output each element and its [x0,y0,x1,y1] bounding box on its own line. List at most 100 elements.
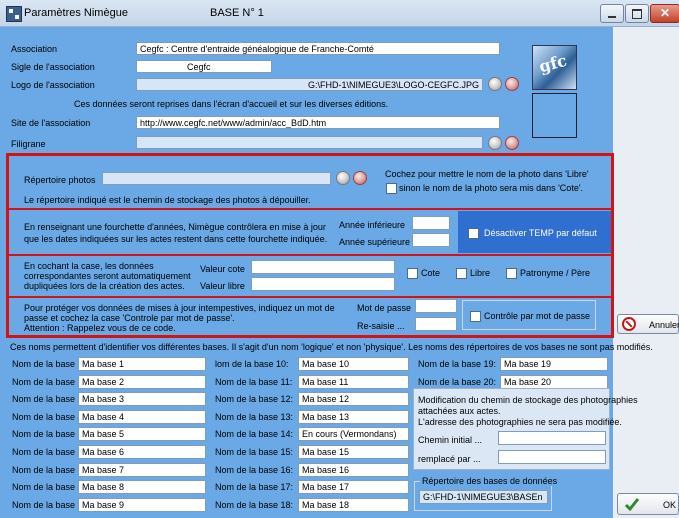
year-min-label: Année inférieure [339,220,406,230]
base-name-label: Nom de la base 6: [12,447,86,457]
base-name-field[interactable]: Ma base 19 [500,357,608,371]
minimize-icon [608,16,616,18]
base-name-field[interactable]: Ma base 6 [78,445,206,459]
db-dir-label: Répertoire des bases de données [420,476,560,486]
password-label: Mot de passe [357,303,412,313]
replaced-path-field[interactable] [498,450,606,464]
year-min-field[interactable] [412,216,450,230]
year-max-label: Année supérieure [339,237,411,247]
base-name-field[interactable]: Ma base 8 [78,480,206,495]
base-name-field[interactable]: Ma base 1 [78,357,206,371]
base-name-field[interactable]: Ma base 2 [78,374,206,389]
base-name-label: Nom de la base 5: [12,429,86,440]
initial-path-field[interactable] [498,431,606,445]
cote-value-field[interactable] [251,260,395,274]
photo-cb-text-2: sinon le nom de la photo sera mis dans '… [399,183,584,193]
photo-path-desc-1: Modification du chemin de stockage des p… [418,395,638,405]
site-field[interactable]: http://www.cegfc.net/www/admin/acc_BdD.h… [136,116,500,129]
cote-checkbox-label: Cote [421,268,441,278]
base-name-field[interactable]: Ma base 10 [298,357,409,371]
close-button[interactable]: ✕ [650,4,679,23]
password-confirm-field[interactable] [415,317,457,331]
base-name-label: Nom de la base 15: [215,447,294,457]
years-desc-2: que les dates indiquées sur les actes re… [24,234,328,244]
base-number-label: BASE N° 1 [210,7,264,19]
check-icon [624,498,640,511]
password-field[interactable] [415,299,457,313]
filigrane-label: Filigrane [11,139,46,149]
browse-filigrane-button[interactable] [488,136,502,150]
divider [9,254,611,256]
site-label: Site de l'association [11,118,91,128]
dup-desc-1: En cochant la case, les données [24,261,154,271]
association-field[interactable]: Cegfc : Centre d'entraide généalogique d… [136,42,500,55]
close-icon: ✕ [660,6,671,20]
base-name-field[interactable]: En cours (Vermondans) [298,427,409,442]
photo-dir-field[interactable] [102,172,331,185]
divider [9,296,611,298]
disable-temp-label: Désactiver TEMP par défaut [484,228,597,238]
db-dir-field[interactable]: G:\FHD-1\NIMEGUE3\BASEn [419,490,548,504]
clear-photo-button[interactable] [353,171,367,185]
base-name-field[interactable]: Ma base 16 [298,462,409,477]
cote-checkbox[interactable] [407,268,418,279]
base-name-label: Nom de la base 13: [215,411,294,422]
base-name-field[interactable]: Ma base 5 [78,427,206,442]
cancel-button-label: Annuler [649,320,679,330]
clear-logo-button[interactable] [505,77,519,91]
base-name-label: Nom de la base 8: [12,482,86,493]
divider [9,208,611,210]
base-name-field[interactable]: Ma base 4 [78,409,206,424]
base-name-label: Nom de la base 14: [215,429,294,440]
base-name-label: Nom de la base 7: [12,464,86,475]
base-name-label: Nom de la base 11: [215,376,293,387]
minimize-button[interactable] [600,4,624,23]
photo-path-desc-2: attachées aux actes. [418,406,501,416]
filigrane-field[interactable] [136,136,483,149]
years-desc-1: En renseignant une fourchette d'années, … [24,222,326,232]
base-name-label: Nom de la base 9: [12,499,86,510]
ok-button[interactable]: OK [617,493,679,515]
password-confirm-label: Re-saisie ... [357,321,405,331]
base-name-field[interactable]: Ma base 9 [78,497,206,512]
dup-desc-3: dupliquées lors de la création des actes… [24,281,185,291]
pw-desc-3: Attention : Rappelez vous de ce code. [24,323,176,333]
base-name-label: Nom de la base 18: [215,499,294,510]
logo-path-field[interactable]: G:\FHD-1\NIMEGUE3\LOGO-CEGFC.JPG [136,78,483,91]
pw-desc-2: passe et cochez la case 'Controle par mo… [24,313,235,323]
base-name-field[interactable]: Ma base 15 [298,445,409,459]
base-name-field[interactable]: Ma base 13 [298,409,409,424]
disable-temp-checkbox[interactable] [468,228,479,239]
sigle-field[interactable]: Cegfc [136,60,272,73]
cancel-button[interactable]: Annuler [617,314,679,334]
base-name-field[interactable]: Ma base 17 [298,480,409,495]
base-name-label: Nom de la base 3: [12,394,86,405]
dup-desc-2: correspondantes seront automatiquement [24,271,191,281]
maximize-button[interactable] [625,4,649,23]
title-bar: Paramètres Nimègue BASE N° 1 ✕ [0,0,679,27]
libre-checkbox[interactable] [456,268,467,279]
patronyme-checkbox[interactable] [506,268,517,279]
filigrane-preview [532,93,577,138]
browse-logo-button[interactable] [488,77,502,91]
photo-name-checkbox[interactable] [386,183,397,194]
base-name-field[interactable]: Ma base 18 [298,497,409,512]
base-name-field[interactable]: Ma base 12 [298,392,409,407]
base-name-field[interactable]: Ma base 3 [78,392,206,407]
base-name-field[interactable]: Ma base 7 [78,462,206,477]
libre-checkbox-label: Libre [470,268,491,278]
clear-filigrane-button[interactable] [505,136,519,150]
password-control-checkbox[interactable] [470,311,481,322]
logo-label: Logo de l'association [11,80,95,90]
password-control-label: Contrôle par mot de passe [484,311,591,321]
base-name-field[interactable]: Ma base 20 [500,374,608,389]
year-max-field[interactable] [412,233,450,247]
base-name-label: lom de la base 10: [215,359,289,369]
browse-photo-button[interactable] [336,171,350,185]
photo-cb-text-1: Cochez pour mettre le nom de la photo da… [385,169,589,179]
base-name-label: Nom de la base 2: [12,376,86,387]
photo-dir-label: Répertoire photos [24,175,96,185]
photo-path-desc-3: L'adresse des photographies ne sera pas … [418,417,622,427]
base-name-field[interactable]: Ma base 11 [298,374,409,389]
libre-value-field[interactable] [251,277,395,291]
